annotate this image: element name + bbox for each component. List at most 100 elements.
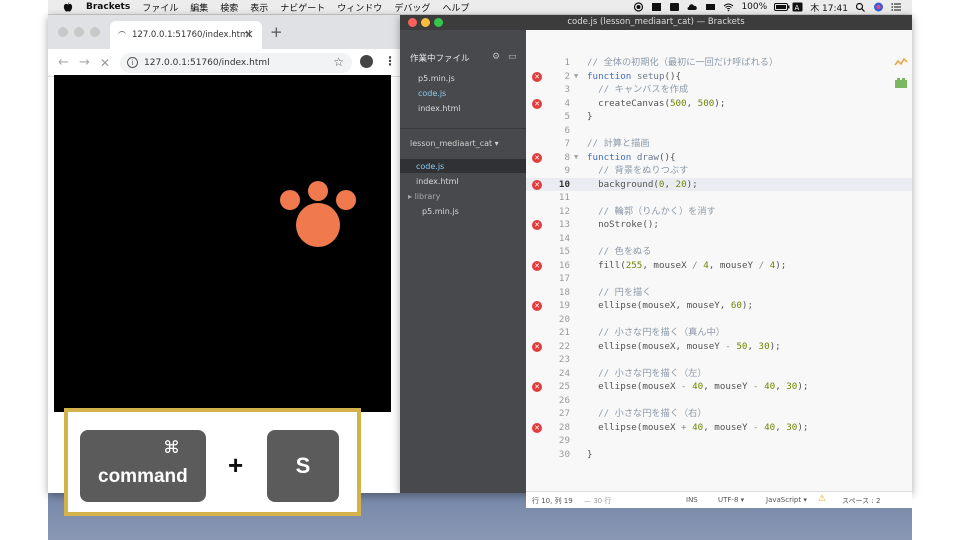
- live-preview-icon[interactable]: [894, 57, 908, 67]
- brackets-minimize-button[interactable]: [421, 18, 430, 27]
- browser-minimize-button[interactable]: [74, 27, 84, 37]
- site-info-icon[interactable]: i: [127, 57, 138, 68]
- menu-app-name[interactable]: Brackets: [86, 2, 130, 12]
- cloud-icon[interactable]: [687, 2, 698, 12]
- code-line[interactable]: ✕ 19 ellipse(mouseX, mouseY, 60);: [526, 299, 912, 313]
- code-line[interactable]: 23: [526, 353, 912, 367]
- code-line[interactable]: 9 // 背景をぬりつぶす: [526, 164, 912, 178]
- lint-error-icon[interactable]: ✕: [532, 260, 542, 271]
- code-line[interactable]: 3 // キャンバスを作成: [526, 83, 912, 97]
- menu-debug[interactable]: デバッグ: [394, 1, 430, 14]
- folder-library[interactable]: ▸ library: [408, 192, 440, 201]
- split-view-icon[interactable]: ▭: [508, 52, 517, 62]
- project-file-index[interactable]: index.html: [416, 177, 459, 186]
- menu-window[interactable]: ウィンドウ: [337, 1, 382, 14]
- p5-canvas[interactable]: [54, 75, 391, 412]
- menu-help[interactable]: ヘルプ: [442, 1, 469, 14]
- menu-file[interactable]: ファイル: [142, 1, 178, 14]
- project-file-code[interactable]: code.js: [416, 162, 444, 171]
- code-line[interactable]: ✕ 16 fill(255, mouseX / 4, mouseY / 4);: [526, 259, 912, 273]
- code-line[interactable]: 24 // 小さな円を描く（左）: [526, 367, 912, 381]
- profile-avatar-icon[interactable]: [360, 55, 373, 68]
- linter-warning-icon[interactable]: ⚠: [818, 494, 826, 504]
- code-line[interactable]: 18 // 円を描く: [526, 286, 912, 300]
- code-line[interactable]: 7 // 計算と描画: [526, 137, 912, 151]
- working-file-p5[interactable]: p5.min.js: [418, 74, 455, 83]
- lint-error-icon[interactable]: ✕: [532, 382, 542, 392]
- lint-error-icon[interactable]: ✕: [532, 179, 542, 190]
- bookmark-star-icon[interactable]: ☆: [333, 55, 344, 69]
- working-file-code[interactable]: code.js: [418, 89, 446, 98]
- encoding-dropdown[interactable]: UTF-8 ▾: [718, 496, 744, 504]
- code-line[interactable]: 14: [526, 232, 912, 246]
- indent-setting[interactable]: スペース : 2: [842, 496, 880, 506]
- code-line[interactable]: 30}: [526, 448, 912, 462]
- gear-icon[interactable]: ⚙: [492, 52, 500, 62]
- working-file-index[interactable]: index.html: [418, 104, 461, 113]
- spotlight-search-icon[interactable]: [855, 2, 866, 12]
- lint-error-icon[interactable]: ✕: [532, 71, 542, 82]
- extension-manager-icon[interactable]: [894, 77, 908, 89]
- code-line[interactable]: 5}: [526, 110, 912, 124]
- code-line[interactable]: 21 // 小さな円を描く（真ん中）: [526, 326, 912, 340]
- fold-arrow-icon[interactable]: ▼: [574, 70, 578, 84]
- browser-close-button[interactable]: [58, 27, 68, 37]
- menu-view[interactable]: 表示: [250, 1, 268, 14]
- grid-icon[interactable]: [651, 2, 662, 12]
- code-line[interactable]: ✕ 10 background(0, 20);: [526, 177, 912, 191]
- code-line[interactable]: 29: [526, 434, 912, 448]
- menu-find[interactable]: 検索: [220, 1, 238, 14]
- browser-zoom-button[interactable]: [90, 27, 100, 37]
- brackets-zoom-button[interactable]: [434, 18, 443, 27]
- browser-tab[interactable]: 127.0.0.1:51760/index.html ×: [110, 21, 262, 49]
- record-icon[interactable]: [633, 2, 644, 12]
- menu-edit[interactable]: 編集: [190, 1, 208, 14]
- code-line[interactable]: ✕ 8 ▼ function draw(){: [526, 151, 912, 165]
- notification-center-icon[interactable]: [891, 2, 902, 12]
- code-line[interactable]: 20: [526, 313, 912, 327]
- code-line[interactable]: ✕ 22 ellipse(mouseX, mouseY - 50, 30);: [526, 340, 912, 354]
- code-editor[interactable]: 1 // 全体の初期化（最初に一回だけ呼ばれる） ✕ 2 ▼ function setup…: [526, 30, 912, 492]
- code-line[interactable]: ✕ 2 ▼ function setup(){: [526, 70, 912, 84]
- back-arrow-icon[interactable]: ←: [58, 55, 69, 70]
- lint-error-icon[interactable]: ✕: [532, 341, 542, 352]
- project-name-dropdown[interactable]: lesson_mediaart_cat ▾: [410, 139, 499, 148]
- lint-error-icon[interactable]: ✕: [532, 98, 542, 109]
- code-line[interactable]: 6: [526, 124, 912, 138]
- wifi-icon[interactable]: [723, 2, 734, 12]
- fold-arrow-icon[interactable]: ▼: [574, 151, 578, 165]
- browser-menu-icon[interactable]: ⋮: [384, 54, 396, 68]
- code-line[interactable]: 26: [526, 394, 912, 408]
- code-line[interactable]: ✕ 28 ellipse(mouseX + 40, mouseY - 40, 30…: [526, 421, 912, 435]
- tab-close-icon[interactable]: ×: [244, 27, 254, 41]
- flag-icon[interactable]: [669, 2, 680, 12]
- lint-error-icon[interactable]: ✕: [532, 220, 542, 230]
- brackets-close-button[interactable]: [408, 18, 417, 27]
- apple-icon[interactable]: [62, 1, 74, 13]
- code-line[interactable]: 27 // 小さな円を描く（右）: [526, 407, 912, 421]
- lint-error-icon[interactable]: ✕: [532, 152, 542, 163]
- code-line[interactable]: ✕ 25 ellipse(mouseX - 40, mouseY - 40, 30…: [526, 380, 912, 394]
- code-line[interactable]: ✕ 4 createCanvas(500, 500);: [526, 97, 912, 111]
- ins-toggle[interactable]: INS: [686, 496, 698, 504]
- code-line[interactable]: 1 // 全体の初期化（最初に一回だけ呼ばれる）: [526, 56, 912, 70]
- lint-error-icon[interactable]: ✕: [532, 301, 542, 311]
- folder-file-p5[interactable]: p5.min.js: [422, 207, 459, 216]
- stop-loading-icon[interactable]: ✕: [100, 56, 110, 70]
- code-line[interactable]: ✕ 13 noStroke();: [526, 218, 912, 232]
- code-line[interactable]: 11: [526, 191, 912, 205]
- lint-error-icon[interactable]: ✕: [532, 422, 542, 433]
- battery-icon[interactable]: [774, 2, 790, 12]
- code-line[interactable]: 15 // 色をぬる: [526, 245, 912, 259]
- code-line[interactable]: 17: [526, 272, 912, 286]
- input-source-icon[interactable]: A: [792, 2, 803, 12]
- siri-icon[interactable]: [873, 2, 884, 12]
- menu-navigate[interactable]: ナビゲート: [280, 1, 325, 14]
- language-dropdown[interactable]: JavaScript ▾: [766, 496, 807, 504]
- new-tab-icon[interactable]: +: [270, 23, 283, 41]
- code-line[interactable]: 12 // 輪郭（りんかく）を消す: [526, 205, 912, 219]
- battery-small-icon[interactable]: [705, 2, 716, 12]
- address-bar[interactable]: i 127.0.0.1:51760/index.html ☆: [120, 53, 352, 73]
- forward-arrow-icon[interactable]: →: [79, 55, 90, 70]
- clock[interactable]: 木 17:41: [810, 1, 848, 14]
